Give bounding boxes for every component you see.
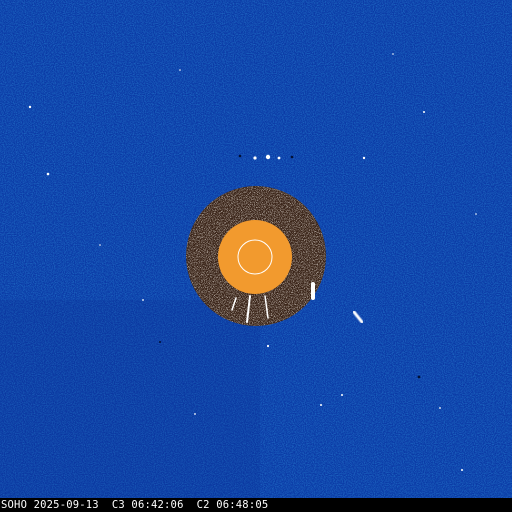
sky-shading xyxy=(0,300,260,498)
coronagraph-image xyxy=(0,0,512,498)
occulting-disk xyxy=(218,220,292,294)
image-caption: SOHO 2025-09-13 C3 06:42:06 C2 06:48:05 xyxy=(1,499,269,511)
coronagraph-view: SOHO 2025-09-13 C3 06:42:06 C2 06:48:05 xyxy=(0,0,512,512)
